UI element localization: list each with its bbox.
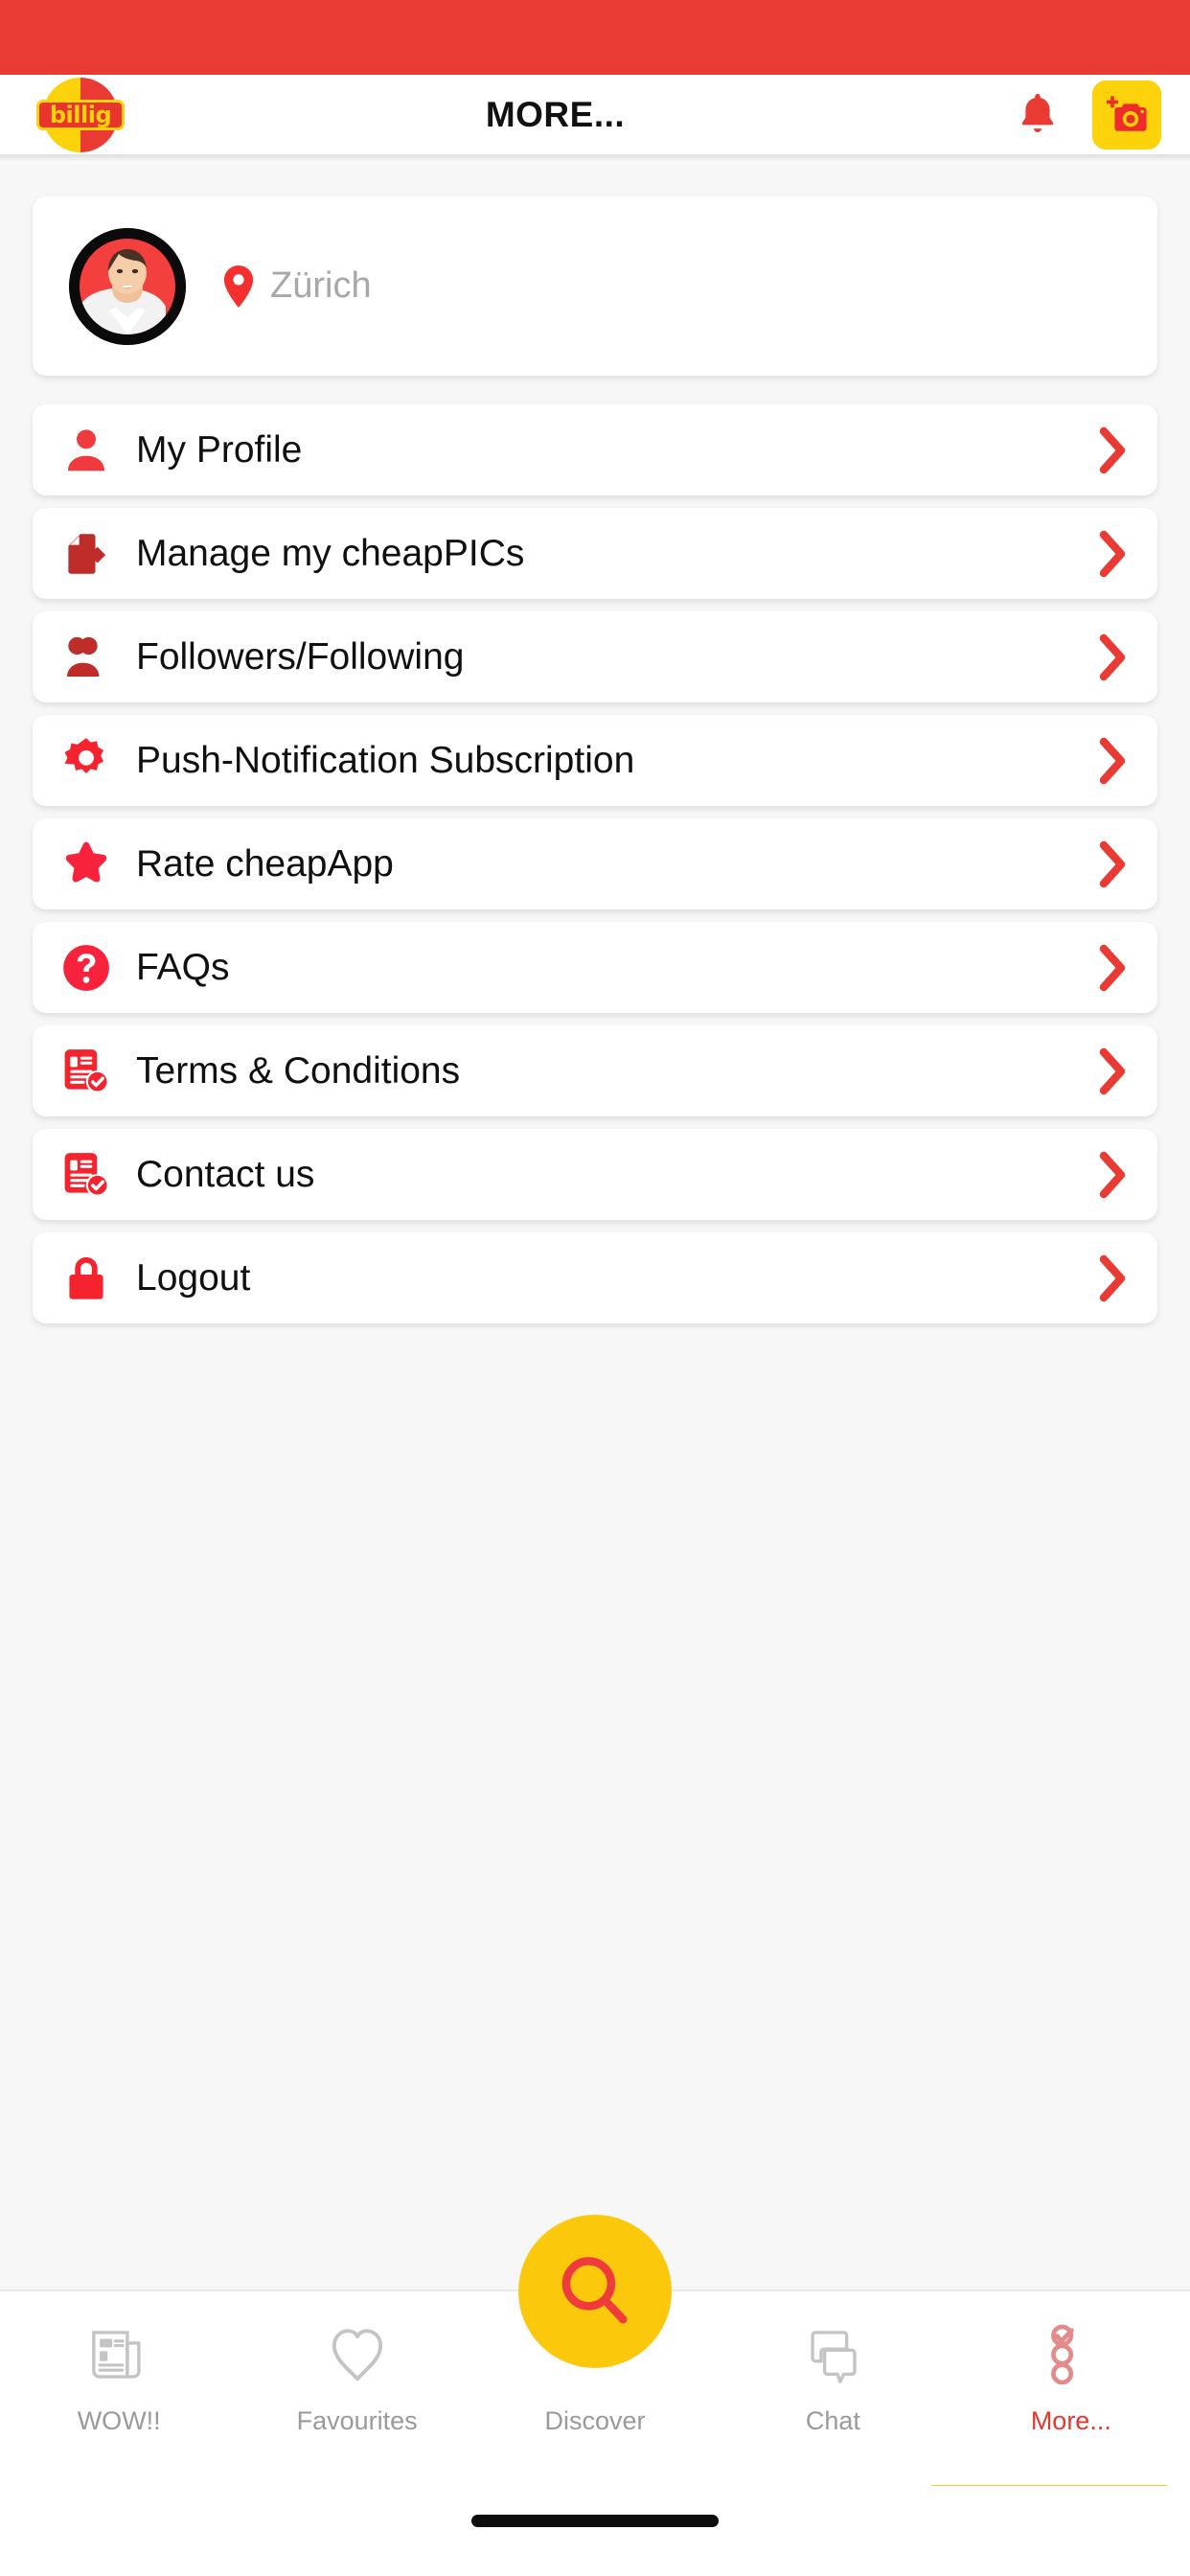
menu-item-terms-conditions[interactable]: Terms & Conditions	[33, 1025, 1157, 1116]
tab-bar: WOW!! Favourites Discover Chat More...	[0, 2215, 1190, 2494]
tab-favourites[interactable]: Favourites	[238, 2318, 475, 2436]
chevron-right-icon	[1096, 736, 1131, 786]
question-circle-icon	[57, 942, 115, 994]
menu-item-followers-following[interactable]: Followers/Following	[33, 611, 1157, 702]
app-screen: billig MORE... Zürich My Profile Manage …	[0, 0, 1190, 2576]
star-icon	[57, 839, 115, 890]
chevron-right-icon	[1096, 840, 1131, 889]
person-icon	[57, 426, 115, 475]
chevron-right-icon	[1096, 632, 1131, 682]
menu-item-faqs[interactable]: FAQs	[33, 922, 1157, 1013]
edit-document-icon	[57, 529, 115, 579]
logo-banner: billig	[36, 99, 125, 130]
chevron-right-icon	[1096, 1046, 1131, 1096]
menu-item-label: Terms & Conditions	[136, 1049, 461, 1092]
menu-item-manage-cheappics[interactable]: Manage my cheapPICs	[33, 508, 1157, 599]
lock-icon	[57, 1253, 115, 1304]
people-group-icon	[57, 632, 115, 682]
chat-bubbles-icon	[800, 2318, 865, 2391]
page-title: MORE...	[485, 94, 626, 134]
menu-item-push-notification-subscription[interactable]: Push-Notification Subscription	[33, 715, 1157, 806]
chevron-right-icon	[1096, 529, 1131, 579]
menu-item-contact-us[interactable]: Contact us	[33, 1129, 1157, 1220]
header-actions	[1012, 80, 1161, 150]
chevron-right-icon	[1096, 1254, 1131, 1303]
profile-card[interactable]: Zürich	[33, 196, 1157, 376]
more-list-icon	[1043, 2318, 1099, 2391]
location-pin-icon	[223, 264, 254, 308]
location-label: Zürich	[270, 265, 372, 306]
avatar[interactable]	[69, 227, 186, 345]
tab-label: Discover	[544, 2406, 646, 2435]
menu-item-label: Rate cheapApp	[136, 842, 394, 885]
menu-item-rate-cheapapp[interactable]: Rate cheapApp	[33, 818, 1157, 909]
newspaper-icon	[86, 2318, 151, 2391]
menu-item-label: My Profile	[136, 428, 303, 471]
chevron-right-icon	[1096, 943, 1131, 993]
menu-item-label: Followers/Following	[136, 635, 465, 678]
tab-label: Favourites	[296, 2406, 418, 2435]
menu-item-label: Manage my cheapPICs	[136, 532, 525, 574]
bottom-navigation: WOW!! Favourites Discover Chat More...	[0, 2215, 1190, 2576]
add-photo-camera-icon[interactable]	[1092, 80, 1161, 150]
menu-item-label: Logout	[136, 1256, 251, 1299]
menu-item-my-profile[interactable]: My Profile	[33, 404, 1157, 495]
tab-wow[interactable]: WOW!!	[0, 2318, 238, 2436]
tab-label: Chat	[805, 2406, 860, 2435]
menu-item-logout[interactable]: Logout	[33, 1232, 1157, 1323]
discover-fab-button[interactable]	[518, 2215, 672, 2368]
document-check-icon	[57, 1045, 115, 1098]
tab-label: WOW!!	[77, 2406, 161, 2435]
bell-icon[interactable]	[1012, 86, 1064, 144]
tab-chat[interactable]: Chat	[714, 2318, 951, 2436]
gear-icon	[57, 735, 115, 787]
document-check-icon	[57, 1148, 115, 1202]
header-shadow	[0, 154, 1190, 164]
chevron-right-icon	[1096, 426, 1131, 475]
heart-icon	[325, 2318, 390, 2391]
search-icon	[561, 2257, 628, 2324]
billig-logo-icon[interactable]: billig	[36, 77, 125, 152]
home-indicator-area	[0, 2486, 1190, 2576]
chevron-right-icon	[1096, 1150, 1131, 1200]
app-header: billig MORE...	[0, 75, 1190, 154]
home-indicator[interactable]	[471, 2515, 719, 2527]
menu-item-label: FAQs	[136, 946, 230, 988]
logo-text: billig	[49, 101, 112, 128]
tab-label: More...	[1030, 2406, 1111, 2435]
menu-item-label: Contact us	[136, 1153, 315, 1195]
location-row: Zürich	[222, 264, 372, 308]
tab-more[interactable]: More...	[929, 2318, 1190, 2494]
menu-item-label: Push-Notification Subscription	[136, 739, 635, 781]
status-bar	[0, 0, 1190, 75]
